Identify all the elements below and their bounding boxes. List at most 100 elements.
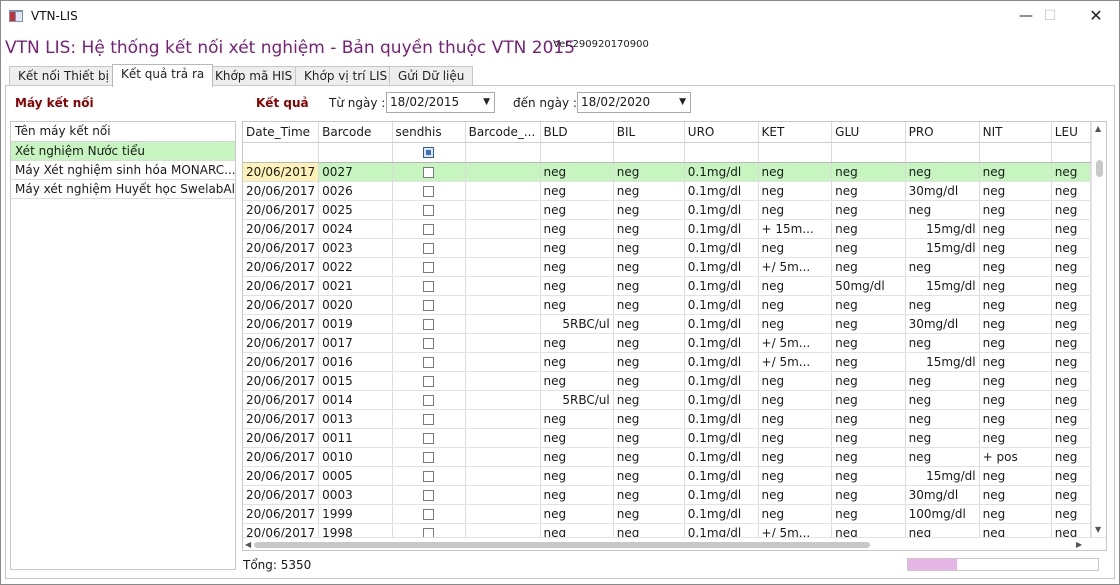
- table-cell[interactable]: +/ 5m...: [758, 333, 833, 353]
- table-cell[interactable]: [465, 295, 541, 315]
- table-cell[interactable]: neg: [1051, 523, 1091, 537]
- table-row[interactable]: 20/06/2017 0010 neg neg 0.1mg/dl neg neg neg + p…: [243, 447, 1091, 467]
- table-row[interactable]: 20/06/2017 0016 neg neg 0.1mg/dl +/ 5m... neg 1…: [243, 352, 1091, 372]
- table-cell[interactable]: 30mg/dl: [905, 181, 980, 201]
- table-cell[interactable]: neg: [979, 181, 1052, 201]
- table-cell[interactable]: neg: [979, 352, 1052, 372]
- horizontal-scrollbar[interactable]: ◀ ▶: [243, 537, 1106, 550]
- table-cell[interactable]: neg: [831, 314, 906, 334]
- table-cell[interactable]: 0027: [318, 162, 393, 182]
- sendhis-checkbox[interactable]: [423, 337, 435, 349]
- table-row[interactable]: 20/06/2017 0025 neg neg 0.1mg/dl neg neg neg neg…: [243, 200, 1091, 220]
- table-cell[interactable]: neg: [831, 371, 906, 391]
- sendhis-checkbox[interactable]: [423, 204, 435, 216]
- table-cell[interactable]: neg: [831, 352, 906, 372]
- table-cell[interactable]: +/ 5m...: [758, 352, 833, 372]
- table-cell[interactable]: neg: [905, 409, 980, 429]
- table-cell[interactable]: 5RBC/ul: [540, 390, 614, 410]
- table-cell[interactable]: 0014: [318, 390, 393, 410]
- table-cell[interactable]: neg: [540, 409, 614, 429]
- table-cell[interactable]: neg: [758, 181, 833, 201]
- table-cell[interactable]: [465, 238, 541, 258]
- sendhis-checkbox[interactable]: [423, 451, 435, 463]
- table-cell[interactable]: neg: [1051, 428, 1091, 448]
- table-cell[interactable]: 0.1mg/dl: [684, 504, 759, 524]
- table-cell[interactable]: neg: [979, 428, 1052, 448]
- table-cell[interactable]: 20/06/2017: [243, 238, 320, 258]
- filter-cell[interactable]: [243, 142, 320, 163]
- table-cell[interactable]: neg: [613, 181, 685, 201]
- table-cell[interactable]: [392, 466, 466, 486]
- table-cell[interactable]: neg: [540, 276, 614, 296]
- table-cell[interactable]: 20/06/2017: [243, 485, 320, 505]
- table-cell[interactable]: [392, 219, 466, 239]
- table-cell[interactable]: neg: [831, 523, 906, 537]
- table-cell[interactable]: neg: [758, 314, 833, 334]
- table-cell[interactable]: 1999: [318, 504, 393, 524]
- table-cell[interactable]: neg: [979, 371, 1052, 391]
- sendhis-checkbox[interactable]: [423, 299, 435, 311]
- table-cell[interactable]: [465, 314, 541, 334]
- column-header[interactable]: sendhis: [392, 122, 466, 143]
- sendhis-checkbox[interactable]: [423, 356, 435, 368]
- table-cell[interactable]: neg: [831, 466, 906, 486]
- column-header[interactable]: NIT: [979, 122, 1052, 143]
- table-cell[interactable]: [392, 314, 466, 334]
- table-cell[interactable]: neg: [758, 238, 833, 258]
- table-cell[interactable]: neg: [905, 447, 980, 467]
- table-cell[interactable]: 0011: [318, 428, 393, 448]
- scroll-left-icon[interactable]: ◀: [245, 540, 251, 549]
- table-cell[interactable]: neg: [831, 181, 906, 201]
- table-cell[interactable]: neg: [540, 295, 614, 315]
- table-cell[interactable]: 20/06/2017: [243, 409, 320, 429]
- table-cell[interactable]: neg: [540, 257, 614, 277]
- table-cell[interactable]: neg: [979, 238, 1052, 258]
- filter-cell[interactable]: [979, 142, 1052, 163]
- table-cell[interactable]: 0023: [318, 238, 393, 258]
- table-cell[interactable]: neg: [758, 409, 833, 429]
- table-cell[interactable]: neg: [613, 200, 685, 220]
- table-cell[interactable]: neg: [1051, 162, 1091, 182]
- sendhis-checkbox[interactable]: [423, 508, 435, 520]
- table-row[interactable]: 20/06/2017 0026 neg neg 0.1mg/dl neg neg 30mg/d…: [243, 181, 1091, 201]
- sendhis-checkbox[interactable]: [423, 375, 435, 387]
- table-cell[interactable]: 0.1mg/dl: [684, 314, 759, 334]
- table-cell[interactable]: 15mg/dl: [905, 466, 980, 486]
- sendhis-checkbox[interactable]: [423, 261, 435, 273]
- vertical-scroll-thumb[interactable]: [1096, 160, 1103, 177]
- table-cell[interactable]: neg: [758, 466, 833, 486]
- scroll-down-icon[interactable]: ▼: [1095, 525, 1101, 534]
- table-cell[interactable]: 0025: [318, 200, 393, 220]
- filter-cell[interactable]: [540, 142, 614, 163]
- table-cell[interactable]: neg: [1051, 504, 1091, 524]
- table-cell[interactable]: neg: [1051, 371, 1091, 391]
- table-cell[interactable]: 0.1mg/dl: [684, 295, 759, 315]
- table-cell[interactable]: 0.1mg/dl: [684, 200, 759, 220]
- table-cell[interactable]: neg: [979, 162, 1052, 182]
- table-cell[interactable]: neg: [905, 333, 980, 353]
- table-cell[interactable]: 0.1mg/dl: [684, 333, 759, 353]
- horizontal-scroll-thumb[interactable]: [254, 542, 870, 548]
- table-cell[interactable]: [392, 352, 466, 372]
- table-cell[interactable]: neg: [540, 200, 614, 220]
- table-cell[interactable]: [465, 181, 541, 201]
- table-cell[interactable]: neg: [1051, 181, 1091, 201]
- table-cell[interactable]: [392, 238, 466, 258]
- table-cell[interactable]: neg: [613, 314, 685, 334]
- table-row[interactable]: 20/06/2017 0022 neg neg 0.1mg/dl +/ 5m... neg n…: [243, 257, 1091, 277]
- table-cell[interactable]: neg: [758, 295, 833, 315]
- table-cell[interactable]: neg: [613, 257, 685, 277]
- table-cell[interactable]: 0.1mg/dl: [684, 162, 759, 182]
- chevron-down-icon[interactable]: ▼: [483, 93, 490, 112]
- table-cell[interactable]: neg: [831, 504, 906, 524]
- filter-cell[interactable]: [831, 142, 906, 163]
- table-cell[interactable]: 20/06/2017: [243, 257, 320, 277]
- table-cell[interactable]: [465, 447, 541, 467]
- filter-cell[interactable]: [318, 142, 393, 163]
- tab-send-data[interactable]: Gửi Dữ liệu: [389, 66, 474, 86]
- table-cell[interactable]: neg: [905, 523, 980, 537]
- table-cell[interactable]: 20/06/2017: [243, 523, 320, 537]
- table-cell[interactable]: + pos: [979, 447, 1052, 467]
- table-cell[interactable]: neg: [613, 238, 685, 258]
- sendhis-checkbox[interactable]: [423, 470, 435, 482]
